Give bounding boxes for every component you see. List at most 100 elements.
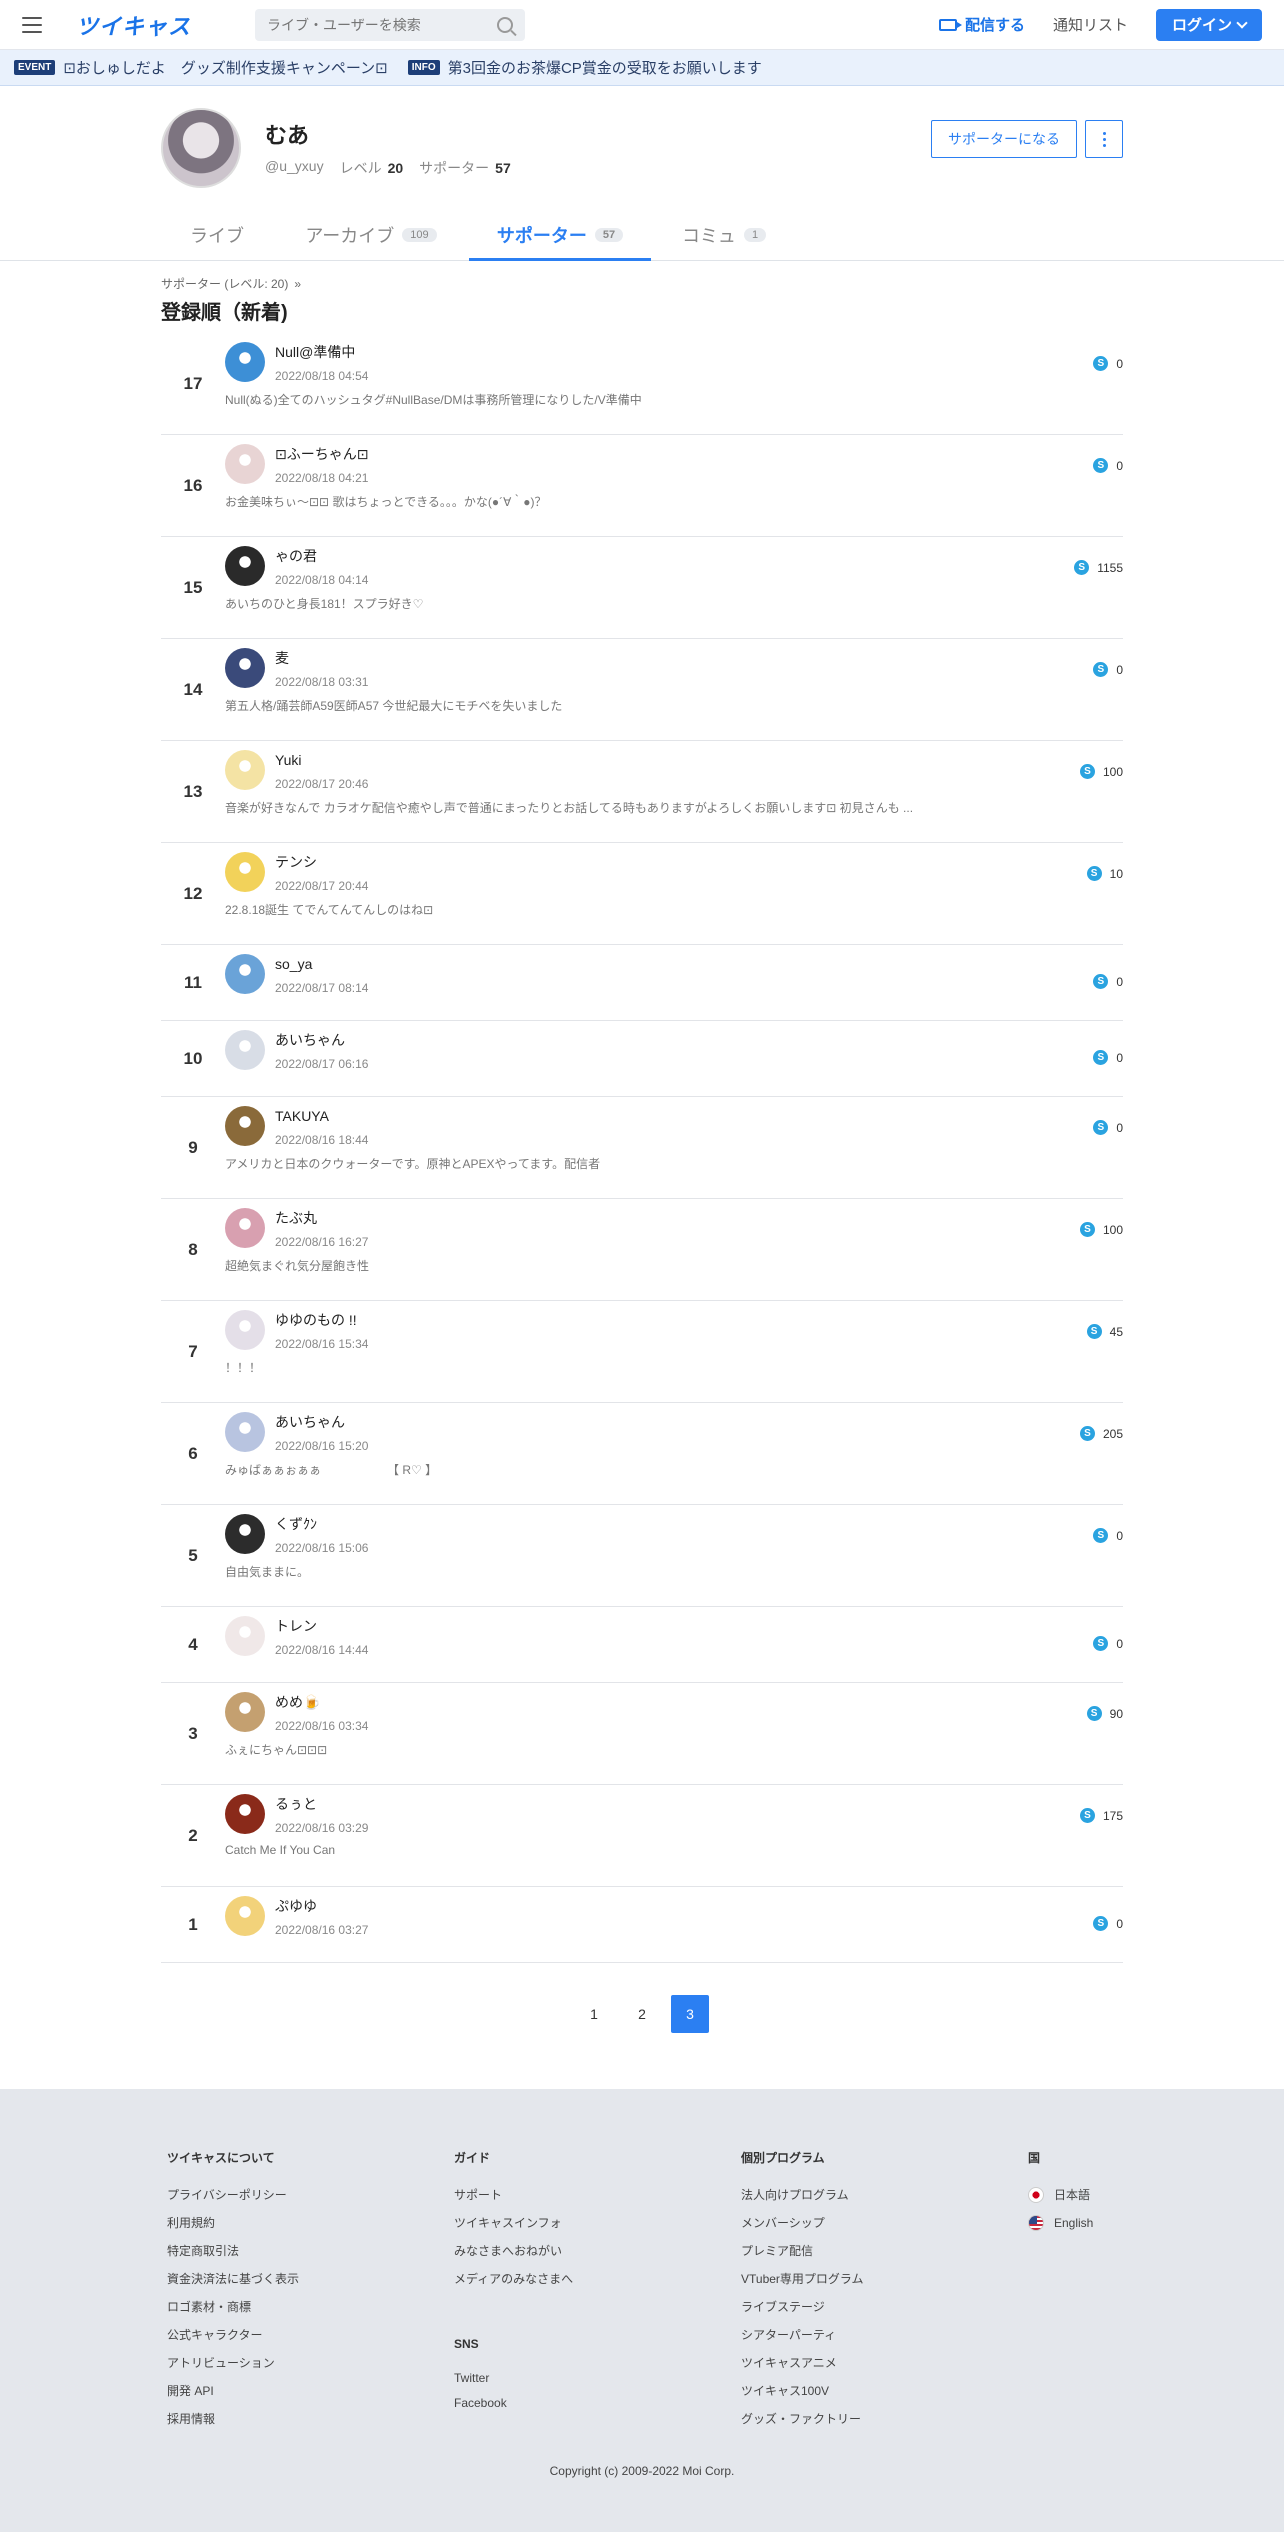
tab-live[interactable]: ライブ [161,210,273,260]
supporter-name[interactable]: くずｸﾝ [275,1515,368,1533]
avatar[interactable] [225,1692,265,1732]
page-3-button[interactable]: 3 [671,1995,709,2033]
footer-link[interactable]: 公式キャラクター [167,2326,454,2343]
footer-link[interactable]: メンバーシップ [741,2214,1028,2231]
supporter-name[interactable]: 麦 [275,649,368,667]
avatar[interactable] [225,1412,265,1452]
supporter-row[interactable]: 3 めめ🍺 2022/08/16 03:34 ふぇにちゃん⊡⊡⊡ S 90 [161,1683,1123,1785]
footer-link[interactable]: ライブステージ [741,2298,1028,2315]
footer-link[interactable]: シアターパーティ [741,2326,1028,2343]
supporter-name[interactable]: Yuki [275,751,368,769]
supporter-row[interactable]: 14 麦 2022/08/18 03:31 第五人格/踊芸師A59医師A57 今世紀最… [161,639,1123,741]
supporter-name[interactable]: ゃの君 [275,547,368,565]
page-2-button[interactable]: 2 [623,1995,661,2033]
supporter-name[interactable]: るぅと [275,1795,368,1813]
avatar[interactable] [225,852,265,892]
lang-japanese[interactable]: 日本語 [1028,2186,1117,2203]
footer-link[interactable]: 採用情報 [167,2410,454,2427]
event-text[interactable]: ⊡おしゅしだよ グッズ制作支援キャンペーン⊡ [63,57,387,78]
footer-link[interactable]: 開発 API [167,2382,454,2399]
supporter-name[interactable]: たぶ丸 [275,1209,368,1227]
supporter-row[interactable]: 8 たぶ丸 2022/08/16 16:27 超絶気まぐれ気分屋飽き性 S 100 [161,1199,1123,1301]
supporter-name[interactable]: あいちゃん [275,1031,368,1049]
tab-supporters[interactable]: サポーター 57 [469,210,651,261]
avatar[interactable] [225,1794,265,1834]
footer-link[interactable]: ツイキャスインフォ [454,2214,741,2231]
avatar[interactable] [225,1514,265,1554]
supporter-name[interactable]: トレン [275,1617,368,1635]
footer-link[interactable]: グッズ・ファクトリー [741,2410,1028,2427]
become-supporter-button[interactable]: サポーターになる [931,120,1077,158]
avatar[interactable] [225,648,265,688]
footer-link[interactable]: ツイキャスアニメ [741,2354,1028,2371]
avatar[interactable] [225,1208,265,1248]
avatar[interactable] [225,546,265,586]
supporter-row[interactable]: 6 あいちゃん 2022/08/16 15:20 みゅばぁぁぉぁぁ 【 R♡ 】 S 20… [161,1403,1123,1505]
supporter-name[interactable]: あいちゃん [275,1413,368,1431]
footer-link[interactable]: みなさまへおねがい [454,2242,741,2259]
supporter-row[interactable]: 16 ⊡ふーちゃん⊡ 2022/08/18 04:21 お金美味ちぃ～⊡⊡ 歌はちょっ… [161,435,1123,537]
search-icon[interactable] [497,16,514,33]
supporter-name[interactable]: ぷゆゆ [275,1897,368,1915]
footer-link[interactable]: プライバシーポリシー [167,2186,454,2203]
footer-link[interactable]: 利用規約 [167,2214,454,2231]
supporter-name[interactable]: ⊡ふーちゃん⊡ [275,445,368,463]
footer-link[interactable]: メディアのみなさまへ [454,2270,741,2287]
avatar[interactable] [225,1106,265,1146]
supporter-row[interactable]: 5 くずｸﾝ 2022/08/16 15:06 自由気ままに。 S 0 [161,1505,1123,1607]
supporter-rank: 15 [183,577,203,597]
avatar[interactable] [225,444,265,484]
supporter-name[interactable]: TAKUYA [275,1107,368,1125]
supporter-row[interactable]: 7 ゆゆのもの !! 2022/08/16 15:34 ！！！ S 45 [161,1301,1123,1403]
supporter-name[interactable]: めめ🍺 [275,1693,368,1711]
footer-link[interactable]: 特定商取引法 [167,2242,454,2259]
menu-icon[interactable] [22,16,42,33]
supporter-row[interactable]: 11 so_ya 2022/08/17 08:14 S 0 [161,945,1123,1021]
supporter-name[interactable]: テンシ [275,853,368,871]
search-input[interactable] [267,16,488,33]
info-text[interactable]: 第3回金のお茶爆CP賞金の受取をお願いします [448,57,762,78]
supporter-row[interactable]: 17 Null@準備中 2022/08/18 04:54 Null(ぬる)全てのハッシ… [161,333,1123,435]
supporter-row[interactable]: 1 ぷゆゆ 2022/08/16 03:27 S 0 [161,1887,1123,1963]
supporter-name[interactable]: so_ya [275,955,368,973]
footer-link[interactable]: 法人向けプログラム [741,2186,1028,2203]
avatar[interactable] [225,750,265,790]
avatar[interactable] [225,1616,265,1656]
facebook-link[interactable]: Facebook [454,2396,741,2410]
supporter-row[interactable]: 2 るぅと 2022/08/16 03:29 Catch Me If You Can S… [161,1785,1123,1887]
stream-button[interactable]: 配信する [938,14,1025,35]
tab-community[interactable]: コミュ 1 [651,210,797,260]
footer-link[interactable]: サポート [454,2186,741,2203]
supporter-name[interactable]: ゆゆのもの !! [275,1311,368,1329]
supporter-row[interactable]: 10 あいちゃん 2022/08/17 06:16 S 0 [161,1021,1123,1097]
search-box[interactable] [255,8,526,41]
login-button[interactable]: ログイン [1155,8,1262,41]
footer-link[interactable]: ツイキャス100V [741,2382,1028,2399]
supporter-row[interactable]: 13 Yuki 2022/08/17 20:46 音楽が好きなんで カラオケ配信や癒や… [161,741,1123,843]
tab-archive[interactable]: アーカイブ 109 [273,210,469,260]
supporter-name[interactable]: Null@準備中 [275,343,368,361]
avatar[interactable] [225,1896,265,1936]
avatar[interactable] [161,108,241,188]
twitter-link[interactable]: Twitter [454,2371,741,2385]
avatar[interactable] [225,954,265,994]
supporter-row[interactable]: 15 ゃの君 2022/08/18 04:14 あいちのひと身長181！スプラ好き♡ S… [161,537,1123,639]
footer-link[interactable]: プレミア配信 [741,2242,1028,2259]
footer-link[interactable]: ロゴ素材・商標 [167,2298,454,2315]
supporter-row[interactable]: 12 テンシ 2022/08/17 20:44 22.8.18誕生 てでんてんてんしの… [161,843,1123,945]
footer-link[interactable]: 資金決済法に基づく表示 [167,2270,454,2287]
avatar[interactable] [225,1310,265,1350]
footer-link[interactable]: アトリビューション [167,2354,454,2371]
lang-english[interactable]: English [1028,2215,1117,2231]
supporter-row[interactable]: 9 TAKUYA 2022/08/16 18:44 アメリカと日本のクウォーターです。… [161,1097,1123,1199]
logo[interactable]: ツイキャス [76,9,191,41]
supporter-row[interactable]: 4 トレン 2022/08/16 14:44 S 0 [161,1607,1123,1683]
announcement-ticker[interactable]: EVENT ⊡おしゅしだよ グッズ制作支援キャンペーン⊡ INFO 第3回金のお… [0,50,1284,86]
more-options-icon[interactable] [1085,120,1123,158]
avatar[interactable] [225,1030,265,1070]
breadcrumb[interactable]: サポーター (レベル: 20)» [161,275,1123,292]
footer-link[interactable]: VTuber専用プログラム [741,2270,1028,2287]
page-1-button[interactable]: 1 [575,1995,613,2033]
notification-list-link[interactable]: 通知リスト [1053,14,1128,35]
avatar[interactable] [225,342,265,382]
